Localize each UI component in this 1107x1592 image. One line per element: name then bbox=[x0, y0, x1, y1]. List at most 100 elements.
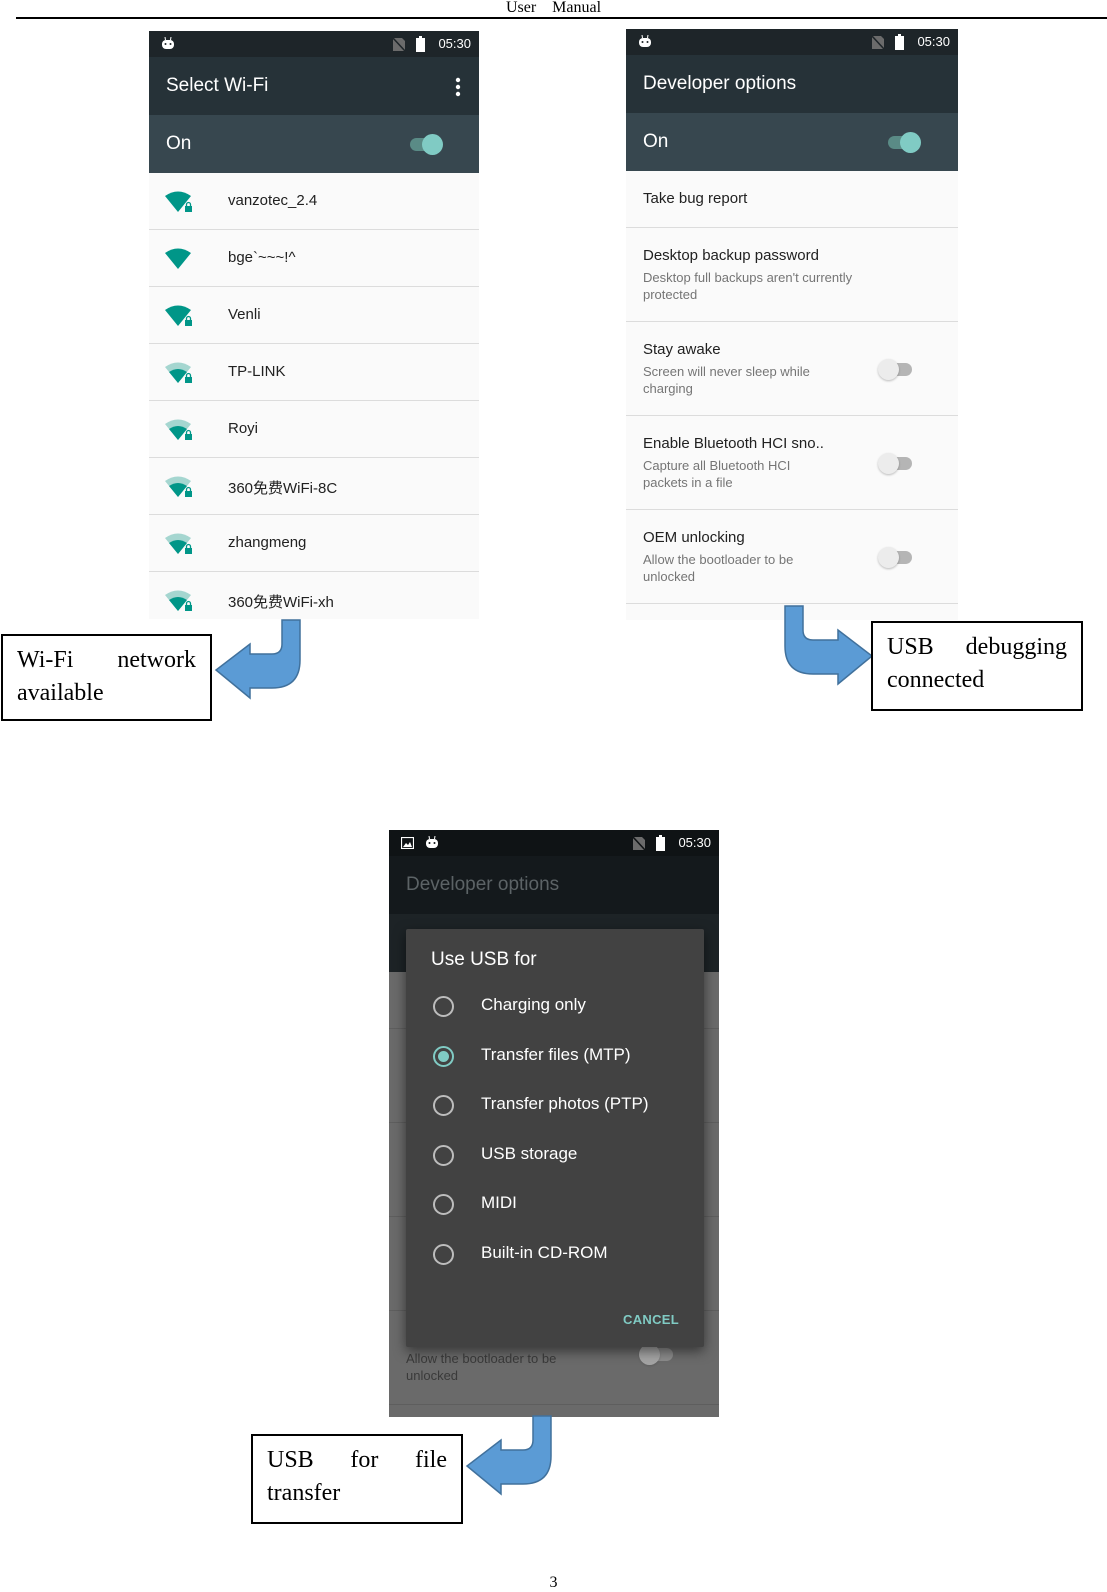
wifi-signal-icon bbox=[165, 248, 191, 269]
dialog-title: Use USB for bbox=[431, 949, 537, 970]
pref-summary: Capture all Bluetooth HCI packets in a f… bbox=[643, 458, 791, 490]
wifi-signal-icon bbox=[165, 533, 192, 554]
radio-button[interactable] bbox=[433, 1144, 454, 1166]
wifi-ssid: 360免费WiFi-xh bbox=[228, 594, 334, 611]
callout-arrow-wifi bbox=[214, 619, 301, 700]
wifi-signal-icon bbox=[165, 305, 192, 326]
wifi-toggle[interactable] bbox=[406, 132, 446, 156]
app-bar: Developer options bbox=[626, 55, 958, 113]
wifi-ssid: vanzotec_2.4 bbox=[228, 192, 318, 209]
stay-awake-toggle[interactable] bbox=[878, 357, 918, 381]
pref-summary: Allow the bootloader to be unlocked bbox=[406, 1351, 557, 1383]
no-sim-icon bbox=[872, 36, 884, 49]
pref-oem-unlocking[interactable]: OEM unlocking Allow the bootloader to be… bbox=[626, 510, 958, 604]
developer-options-toggle[interactable] bbox=[884, 130, 924, 154]
callout-text: file bbox=[415, 1447, 447, 1473]
lock-icon bbox=[185, 486, 192, 497]
pref-take-bug-report[interactable]: Take bug report bbox=[626, 171, 958, 228]
status-bar: 05:30 bbox=[149, 31, 479, 57]
dimmed-app-bar: Developer options bbox=[389, 856, 719, 914]
pref-title: OEM unlocking bbox=[643, 529, 745, 546]
lock-icon bbox=[185, 315, 192, 326]
callout-usb-file-transfer: USB for file transfer bbox=[251, 1434, 463, 1524]
callout-text: network bbox=[117, 647, 196, 673]
radio-button[interactable] bbox=[433, 996, 454, 1017]
wifi-network-row[interactable]: TP-LINK bbox=[149, 344, 479, 401]
pref-title: Desktop backup password bbox=[643, 247, 819, 264]
wifi-ssid: bge`~~~!^ bbox=[228, 249, 296, 266]
callout-text: available bbox=[17, 680, 104, 706]
callout-text: USB bbox=[267, 1447, 314, 1473]
no-sim-icon bbox=[393, 38, 405, 51]
wifi-ssid: 360免费WiFi-8C bbox=[228, 480, 338, 497]
wifi-signal-icon bbox=[165, 590, 192, 611]
wifi-network-row[interactable]: bge`~~~!^ bbox=[149, 230, 479, 287]
usb-mode-screenshot: 05:30 Developer options Allow the bootlo… bbox=[389, 830, 719, 1417]
battery-icon bbox=[895, 34, 904, 50]
page-title: Select Wi-Fi bbox=[166, 75, 269, 96]
wifi-network-row[interactable]: zhangmeng bbox=[149, 515, 479, 572]
usb-option-row[interactable]: Built-in CD-ROM bbox=[406, 1230, 704, 1279]
usb-option-label: Built-in CD-ROM bbox=[481, 1242, 608, 1262]
android-debug-icon bbox=[426, 836, 438, 848]
wifi-network-row[interactable]: 360免费WiFi-8C bbox=[149, 458, 479, 515]
pref-title: Enable Bluetooth HCI sno.. bbox=[643, 435, 824, 452]
pref-summary: Allow the bootloader to be unlocked bbox=[643, 552, 794, 584]
callout-text: Wi-Fi bbox=[17, 647, 74, 673]
switch-label: On bbox=[643, 131, 669, 152]
page-title: Developer options bbox=[643, 73, 797, 94]
usb-option-label: Transfer files (MTP) bbox=[481, 1044, 631, 1064]
wifi-signal-icon bbox=[165, 419, 192, 440]
android-debug-icon bbox=[639, 35, 651, 47]
pref-title: Stay awake bbox=[643, 341, 721, 358]
usb-option-label: Charging only bbox=[481, 995, 586, 1014]
page-number: 3 bbox=[549, 1574, 558, 1591]
more-options-icon[interactable] bbox=[455, 77, 461, 97]
bluetooth-hci-toggle[interactable] bbox=[878, 451, 918, 475]
wifi-network-row[interactable]: 360免费WiFi-xh bbox=[149, 572, 479, 619]
wifi-master-switch[interactable]: On bbox=[149, 115, 479, 173]
wifi-ssid: Royi bbox=[228, 420, 259, 437]
radio-button[interactable] bbox=[433, 1243, 454, 1265]
header-rule bbox=[16, 17, 1107, 19]
status-bar: 05:30 bbox=[626, 29, 958, 55]
usb-option-row[interactable]: USB storage bbox=[406, 1131, 704, 1180]
wifi-ssid: Venli bbox=[228, 306, 261, 323]
callout-text: for bbox=[350, 1447, 379, 1473]
callout-arrow-usb-transfer bbox=[465, 1415, 552, 1496]
status-bar: 05:30 bbox=[389, 830, 719, 856]
lock-icon bbox=[185, 543, 192, 554]
use-usb-for-dialog: Use USB for Charging only Transfer files … bbox=[406, 929, 704, 1347]
status-time: 05:30 bbox=[678, 835, 711, 850]
usb-option-label: Transfer photos (PTP) bbox=[481, 1094, 649, 1113]
wifi-screenshot: 05:30 Select Wi-Fi On vanzotec_2.4 bge`~~… bbox=[149, 31, 479, 619]
oem-unlocking-toggle[interactable] bbox=[878, 545, 918, 569]
pref-stay-awake[interactable]: Stay awake Screen will never sleep while… bbox=[626, 322, 958, 416]
radio-button[interactable] bbox=[433, 1194, 454, 1215]
lock-icon bbox=[185, 201, 192, 212]
callout-text: connected bbox=[887, 667, 985, 693]
lock-icon bbox=[185, 600, 192, 611]
pref-desktop-backup-password[interactable]: Desktop backup password Desktop full bac… bbox=[626, 228, 958, 322]
callout-wifi-available: Wi-Fi network available bbox=[1, 634, 212, 721]
usb-option-row[interactable]: MIDI bbox=[406, 1180, 704, 1229]
wifi-ssid: TP-LINK bbox=[228, 363, 286, 380]
developer-options-master-switch[interactable]: On bbox=[626, 113, 958, 171]
radio-button[interactable] bbox=[433, 1095, 454, 1116]
wifi-network-row[interactable]: Royi bbox=[149, 401, 479, 458]
usb-option-row[interactable]: Charging only bbox=[406, 982, 704, 1031]
wifi-network-row[interactable]: vanzotec_2.4 bbox=[149, 173, 479, 230]
callout-text: transfer bbox=[267, 1480, 341, 1506]
usb-option-row[interactable]: Transfer files (MTP) bbox=[406, 1032, 704, 1081]
callout-arrow-usb-debugging bbox=[784, 605, 874, 686]
usb-option-row[interactable]: Transfer photos (PTP) bbox=[406, 1081, 704, 1130]
radio-button[interactable] bbox=[433, 1045, 454, 1067]
usb-option-label: USB storage bbox=[481, 1143, 578, 1163]
pref-bluetooth-hci-snoop[interactable]: Enable Bluetooth HCI sno.. Capture all B… bbox=[626, 416, 958, 510]
battery-icon bbox=[656, 835, 665, 851]
pref-summary: Desktop full backups aren't currently pr… bbox=[643, 270, 853, 302]
wifi-network-row[interactable]: Venli bbox=[149, 287, 479, 344]
cancel-button[interactable]: CANCEL bbox=[623, 1312, 679, 1327]
lock-icon bbox=[185, 372, 192, 383]
switch-label: On bbox=[166, 133, 192, 154]
